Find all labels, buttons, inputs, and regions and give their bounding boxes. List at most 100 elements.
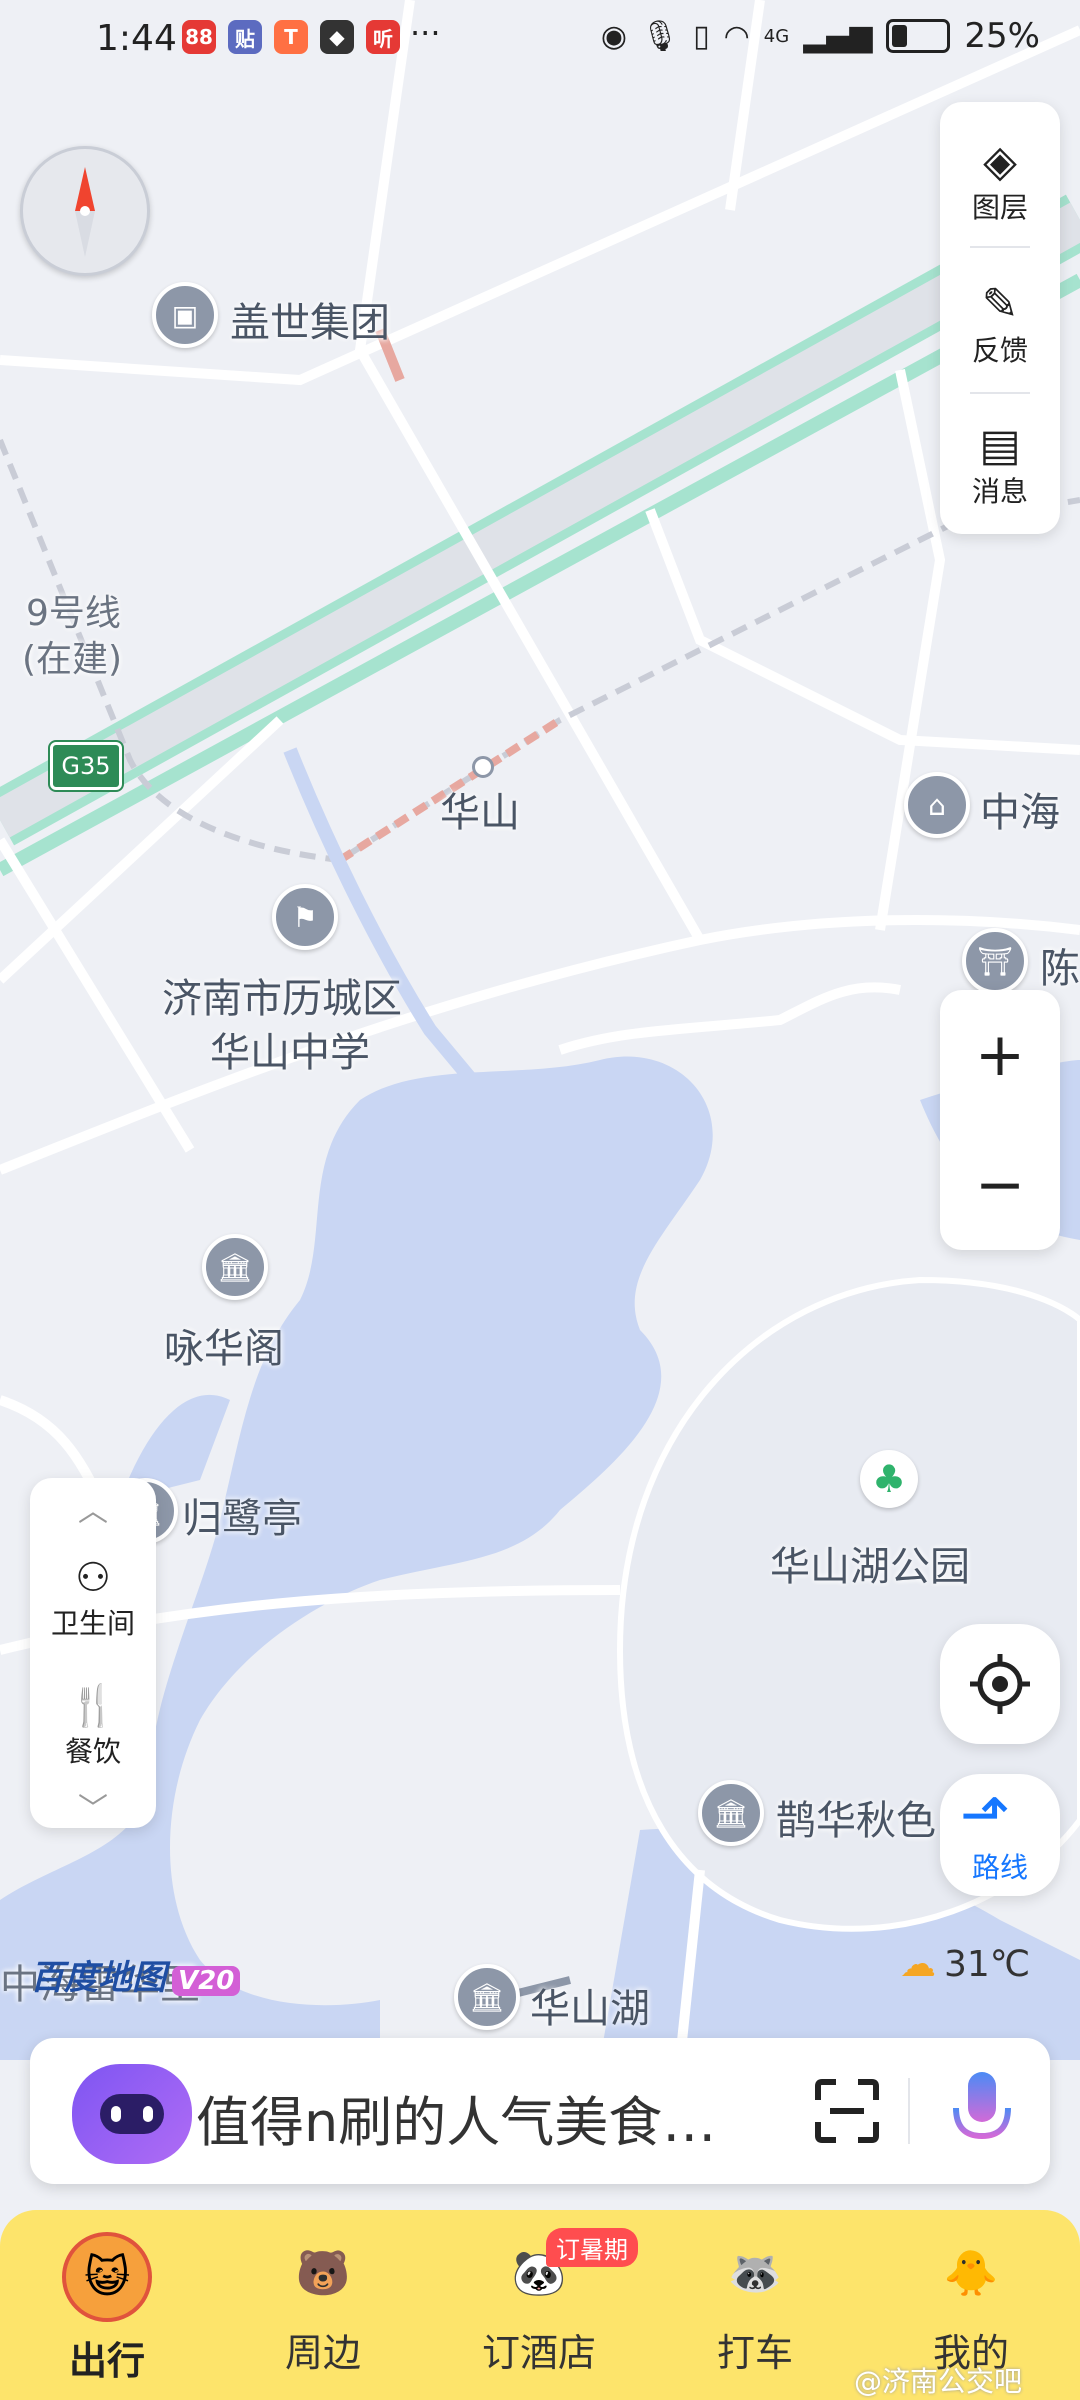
cloud-sun-icon: ☁	[900, 1944, 936, 1985]
chen-poi-icon[interactable]: ⛩	[962, 928, 1028, 994]
layers-button[interactable]: ◈ 图层	[940, 122, 1060, 242]
microphone-icon: 🎙	[641, 18, 680, 54]
school-poi-icon[interactable]: ⚑	[272, 884, 338, 950]
route-label: 路线	[971, 1851, 1028, 1884]
version-badge: V20	[172, 1966, 241, 1996]
app-icon-3: T	[274, 20, 308, 54]
search-input[interactable]: 值得n刷的人气美食…	[196, 2078, 716, 2157]
tab-nearby[interactable]: 🐻 周边	[248, 2210, 398, 2400]
taxi-mascot-icon: 🦝	[727, 2248, 783, 2299]
zhonghai-label[interactable]: 中海	[980, 780, 1060, 838]
park-label[interactable]: 华山湖公园	[770, 1534, 970, 1592]
battery-percent: 25%	[964, 16, 1040, 56]
chen-label[interactable]: 陈	[1040, 936, 1080, 994]
microphone-icon	[953, 2072, 1011, 2150]
toilet-filter-button[interactable]: ⚇ 卫生间	[30, 1540, 156, 1656]
g35-shield: G35	[50, 742, 122, 790]
qq-icon: ◆	[320, 20, 354, 54]
temperature: 31℃	[944, 1944, 1031, 1985]
status-bar: 1:44 88 贴 T ◆ 听 ··· ◉ 🎙 ▯ ◠ 4G ▂▄▆ 25%	[0, 0, 1080, 80]
crosshair-icon	[970, 1654, 1030, 1714]
app-icon-2: 贴	[228, 20, 262, 54]
chevron-down-icon[interactable]: ﹀	[30, 1784, 156, 1828]
watermark: @济南公交吧	[854, 2365, 1023, 2398]
network-type: 4G	[763, 25, 790, 47]
signal-icon: ▂▄▆	[803, 18, 873, 54]
mine-mascot-icon: 🐥	[943, 2248, 999, 2299]
lake-label[interactable]: 华山湖	[530, 1976, 650, 2034]
tab-travel[interactable]: 😺 出行	[32, 2210, 182, 2400]
zhonghai-poi-icon[interactable]: ⌂	[904, 772, 970, 838]
weather-widget[interactable]: ☁ 31℃	[900, 1944, 1030, 1985]
route-button[interactable]: ⬏ 路线	[940, 1774, 1060, 1896]
fork-knife-icon: 🍴	[68, 1683, 118, 1729]
voice-search-button[interactable]	[942, 2066, 1022, 2156]
more-notifications-icon: ···	[410, 14, 441, 52]
vibrate-icon: ▯	[693, 18, 710, 54]
tab-travel-label: 出行	[68, 2339, 145, 2383]
quehua-poi-icon[interactable]: 🏛	[698, 1780, 764, 1846]
locate-button[interactable]	[940, 1624, 1060, 1744]
school-label-line1[interactable]: 济南市历城区	[162, 966, 402, 1024]
battery-icon	[886, 19, 951, 53]
dining-label: 餐饮	[64, 1735, 121, 1768]
divider	[970, 392, 1030, 394]
scan-icon	[815, 2079, 879, 2143]
metro-line-9-sub-label: (在建)	[22, 639, 123, 680]
category-panel: ︿ ⚇ 卫生间 🍴 餐饮 ﹀	[30, 1478, 156, 1828]
toilet-icon: ⚇	[75, 1555, 111, 1601]
compass-button[interactable]	[20, 146, 150, 276]
layers-icon: ◈	[983, 136, 1017, 187]
wifi-icon: ◠	[723, 18, 750, 54]
zoom-in-button[interactable]: +	[940, 990, 1060, 1120]
app-icon-5: 听	[366, 20, 400, 54]
baidu-map-logo: 百度地图 V20	[30, 1950, 241, 1999]
yonghuage-poi-icon[interactable]: 🏛	[202, 1234, 268, 1300]
message-icon: ▤	[979, 420, 1021, 471]
clock: 1:44	[96, 18, 177, 59]
messages-label: 消息	[971, 475, 1028, 508]
robot-face-icon	[100, 2094, 164, 2134]
messages-button[interactable]: ▤ 消息	[940, 404, 1060, 528]
layers-label: 图层	[971, 191, 1028, 224]
nearby-mascot-icon: 🐻	[295, 2248, 351, 2299]
bottom-navigation: 😺 出行 🐻 周边 🐼 订酒店 订暑期 🦝 打车 🐥 我的 @济南公交吧	[0, 2210, 1080, 2400]
toilet-label: 卫生间	[50, 1607, 135, 1640]
hotel-promo-badge: 订暑期	[546, 2228, 638, 2267]
tab-nearby-label: 周边	[284, 2331, 361, 2375]
map-tools-panel: ◈ 图层 ✎ 反馈 ▤ 消息	[940, 102, 1060, 534]
tab-hotel[interactable]: 🐼 订酒店 订暑期	[464, 2210, 638, 2400]
feedback-button[interactable]: ✎ 反馈	[940, 260, 1060, 390]
gaishi-label[interactable]: 盖世集团	[230, 290, 390, 348]
status-icons: ◉ 🎙 ▯ ◠ 4G ▂▄▆ 25%	[601, 16, 1040, 56]
lake-poi-icon[interactable]: 🏛	[454, 1964, 520, 2030]
chevron-up-icon[interactable]: ︿	[30, 1486, 156, 1530]
route-arrow-icon: ⬏	[960, 1780, 1011, 1850]
compass-icon	[75, 167, 95, 257]
search-bar[interactable]: 值得n刷的人气美食…	[30, 2038, 1050, 2184]
travel-mascot-icon: 😺	[62, 2232, 152, 2322]
app-icon-1: 88	[182, 20, 216, 54]
huashan-station-label[interactable]: 华山	[440, 780, 520, 838]
zoom-out-button[interactable]: −	[940, 1120, 1060, 1250]
huashan-station-dot	[472, 756, 494, 778]
school-label-line2[interactable]: 华山中学	[210, 1020, 370, 1078]
divider	[970, 246, 1030, 248]
ai-assistant-avatar[interactable]	[72, 2064, 192, 2164]
tab-taxi-label: 打车	[716, 2331, 793, 2375]
divider	[908, 2078, 910, 2144]
edit-icon: ✎	[981, 279, 1019, 330]
metro-line-9-label: 9号线	[26, 593, 121, 634]
location-icon: ◉	[600, 18, 627, 54]
yonghuage-label[interactable]: 咏华阁	[164, 1316, 284, 1374]
scan-button[interactable]	[810, 2074, 884, 2148]
park-tree-icon[interactable]: ♣	[860, 1450, 918, 1508]
zoom-control: + −	[940, 990, 1060, 1250]
tab-taxi[interactable]: 🦝 打车	[680, 2210, 830, 2400]
tab-hotel-label: 订酒店	[481, 2331, 596, 2375]
feedback-label: 反馈	[971, 334, 1028, 367]
dining-filter-button[interactable]: 🍴 餐饮	[30, 1668, 156, 1784]
gaishi-poi-icon[interactable]: ▣	[152, 282, 218, 348]
quehua-label[interactable]: 鹊华秋色	[776, 1788, 936, 1846]
guilu-label[interactable]: 归鹭亭	[182, 1486, 302, 1544]
